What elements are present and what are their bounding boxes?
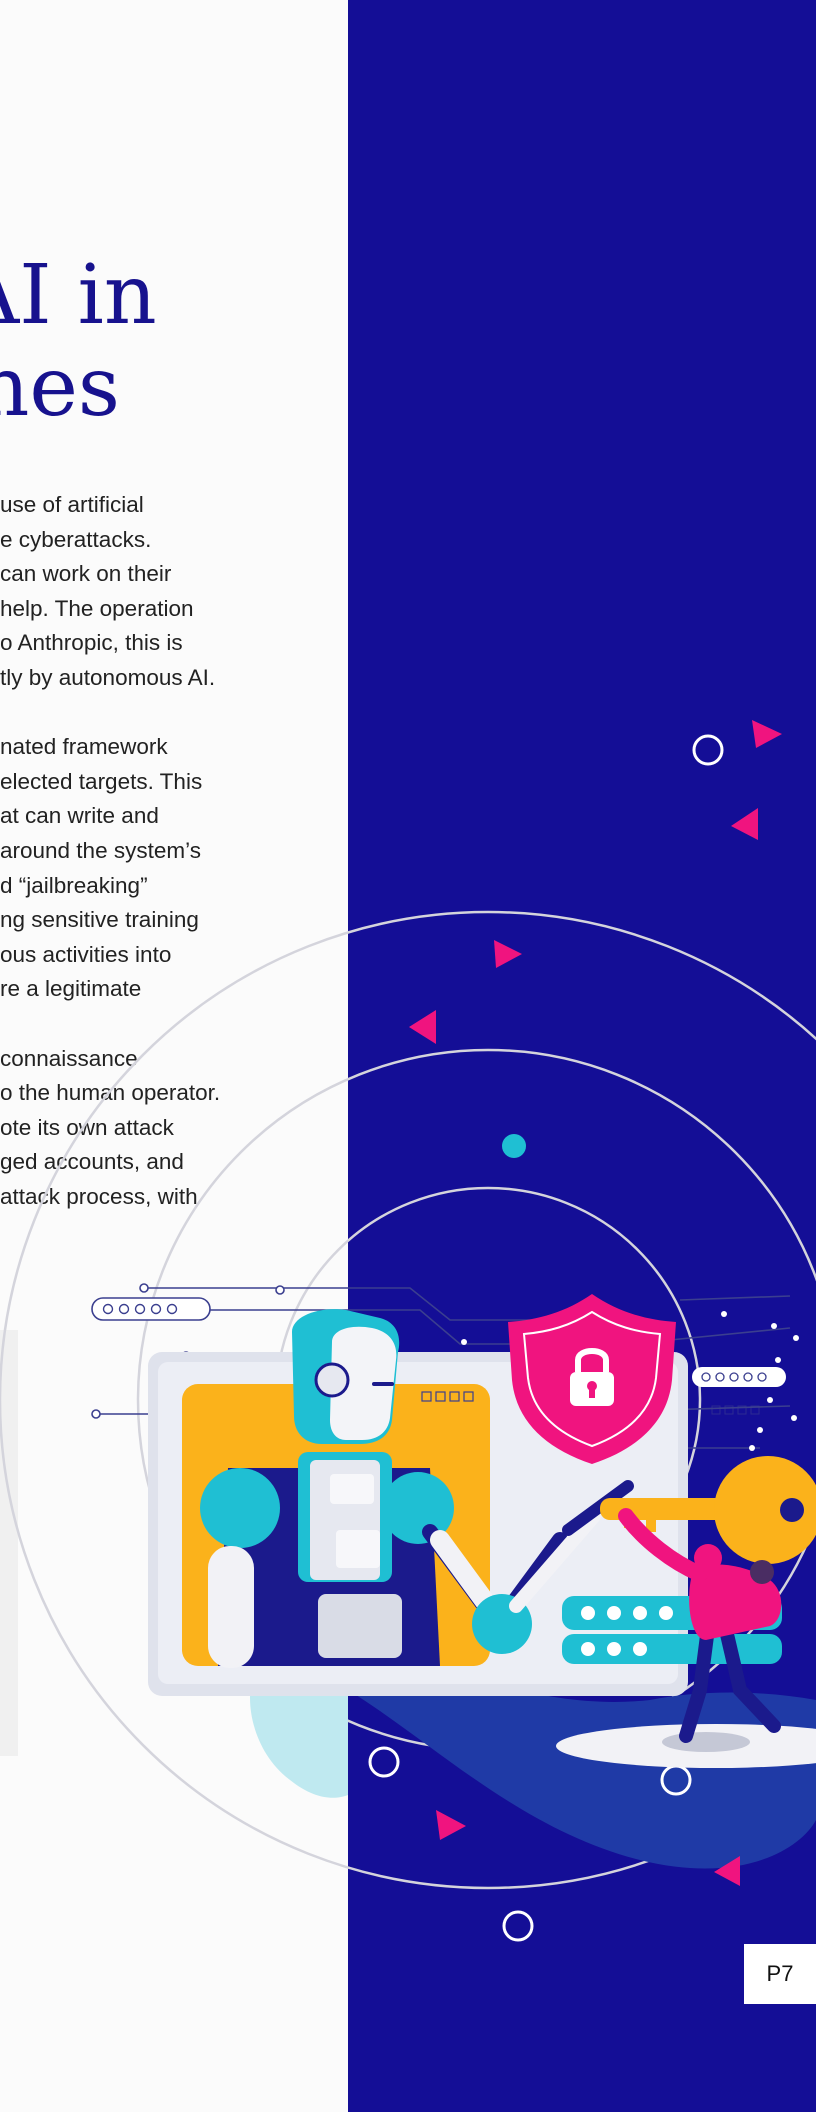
paragraph-3: connaissance o the human operator. ote i…: [0, 1042, 348, 1215]
text-line: can work on their: [0, 561, 172, 587]
page-number: P7: [744, 1944, 816, 2004]
text-line: elected targets. This: [0, 768, 203, 794]
page-heading: AI in hes: [0, 248, 157, 435]
text-line: at can write and: [0, 803, 159, 829]
text-line: ng sensitive training: [0, 907, 199, 933]
text-line: connaissance: [0, 1045, 138, 1071]
text-line: o the human operator.: [0, 1080, 221, 1106]
heading-line-1: AI in: [0, 248, 157, 343]
right-navy-panel: [348, 0, 816, 2112]
text-line: ged accounts, and: [0, 1149, 184, 1175]
text-line: use of artificial: [0, 492, 144, 517]
text-line: around the system’s: [0, 837, 201, 863]
heading-line-2: hes: [0, 340, 120, 435]
text-line: ous activities into: [0, 941, 172, 967]
body-text: use of artificial e cyberattacks. can wo…: [0, 488, 348, 1249]
text-line: re a legitimate: [0, 976, 142, 1002]
paragraph-2: nated framework elected targets. This at…: [0, 730, 348, 1007]
text-line: ote its own attack: [0, 1114, 174, 1140]
text-line: d “jailbreaking”: [0, 872, 148, 898]
text-line: nated framework: [0, 734, 168, 760]
text-line: attack process, with: [0, 1183, 198, 1209]
text-line: o Anthropic, this is: [0, 630, 183, 656]
text-line: e cyberattacks.: [0, 526, 152, 552]
left-text-panel: AI in hes use of artificial e cyberattac…: [0, 0, 348, 2112]
gray-sidebar-block: [0, 1330, 18, 1756]
paragraph-1: use of artificial e cyberattacks. can wo…: [0, 488, 348, 696]
text-line: tly by autonomous AI.: [0, 664, 216, 690]
text-line: help. The operation: [0, 595, 194, 621]
